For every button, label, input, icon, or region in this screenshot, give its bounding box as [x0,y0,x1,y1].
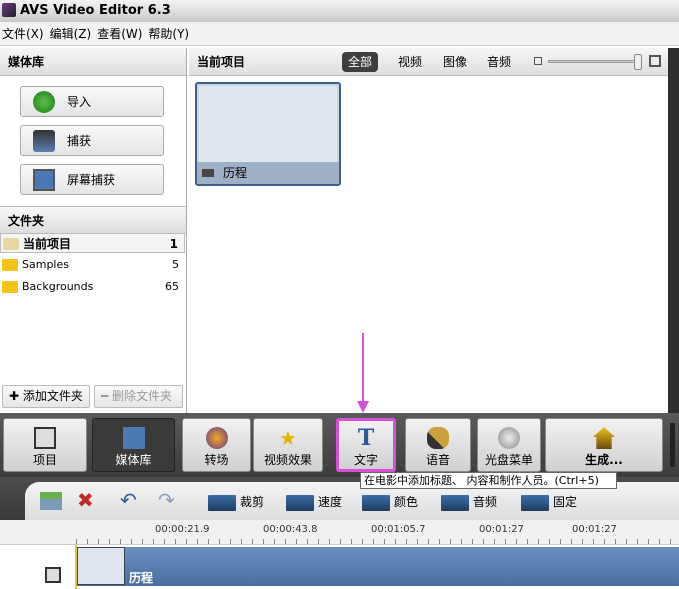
undo-icon[interactable]: ↶ [120,488,137,512]
main-toolbar: 项目 媒体库 转场 ★ 视频效果 T 文字 语音 光盘菜单 生成... [0,413,679,477]
screen-capture-button[interactable]: 屏幕捕获 [20,164,164,195]
trim-button[interactable]: 裁剪 [208,494,264,511]
camcorder-icon [33,130,55,152]
folder-backgrounds[interactable]: Backgrounds 65 [0,277,185,297]
tool-disc-menu[interactable]: 光盘菜单 [477,418,541,472]
media-item[interactable]: 历程 [195,82,341,186]
delete-folder-button[interactable]: ━ 删除文件夹 [94,385,183,408]
thumbnail-image [199,86,337,162]
microphone-icon [427,427,449,449]
time-tick: 00:00:21.9 [155,524,210,535]
folder-samples[interactable]: Samples 5 [0,255,185,275]
tool-video-effects[interactable]: ★ 视频效果 [253,418,323,472]
folder-icon [2,259,18,271]
clip-thumbnail [77,547,125,585]
transition-swirl-icon [205,427,228,449]
tool-produce[interactable]: 生成... [545,418,663,472]
video-camera-icon [202,169,214,177]
tool-project[interactable]: 项目 [3,418,87,472]
project-folder-icon [3,238,19,250]
project-header: 当前项目 全部 视频 图像 音频 [189,48,668,76]
filter-audio[interactable]: 音频 [481,52,517,72]
clip-name: 历程 [129,571,154,585]
import-button[interactable]: 导入 [20,86,164,117]
time-tick: 00:01:27 [572,524,617,535]
speed-button[interactable]: 速度 [286,494,342,511]
plus-icon [33,91,55,113]
tool-media-library[interactable]: 媒体库 [92,418,175,472]
tool-voice[interactable]: 语音 [405,418,471,472]
split-icon[interactable] [40,492,62,510]
media-library-panel: 媒体库 导入 捕获 屏幕捕获 文件夹 当前项目 1 Samples 5 Backgr… [0,48,187,413]
menu-bar: 文件(X) 编辑(Z) 查看(W) 帮助(Y) [0,22,679,46]
clapperboard-icon [45,567,61,583]
current-project-panel: 当前项目 全部 视频 图像 音频 历程 [189,48,668,413]
timeline-clip[interactable]: 历程 [77,547,679,586]
audio-note-icon [441,494,469,511]
stabilize-icon [521,494,549,511]
disc-icon [498,427,520,449]
menu-file[interactable]: 文件(X) [2,27,44,41]
screen-rec-icon [33,169,55,191]
tool-transitions[interactable]: 转场 [182,418,251,472]
clapperboard-icon [34,427,56,449]
redo-icon[interactable]: ↷ [158,488,175,512]
scrollbar[interactable] [668,48,679,413]
tooltip: 在电影中添加标题、 内容和制作人员。(Ctrl+5) [360,472,617,489]
text-T-icon: T [357,425,375,451]
color-button[interactable]: 颜色 [362,494,418,511]
library-header: 媒体库 [0,48,186,76]
menu-view[interactable]: 查看(W) [97,27,142,41]
annotation-arrow [357,333,369,413]
tool-text[interactable]: T 文字 [336,418,396,472]
audio-button[interactable]: 音频 [441,494,497,511]
film-library-icon [122,427,145,449]
filter-video[interactable]: 视频 [392,52,428,72]
time-tick: 00:01:05.7 [371,524,426,535]
slider-handle[interactable] [634,54,642,70]
speed-icon [286,494,314,511]
minus-icon: ━ [101,389,113,403]
time-tick: 00:01:27 [479,524,524,535]
window-title: AVS Video Editor 6.3 [20,3,171,18]
folder-current-project[interactable]: 当前项目 1 [0,233,185,253]
folder-icon [2,281,18,293]
toolbar-scroll[interactable] [670,423,675,467]
effects-star-icon: ★ [279,426,297,450]
filter-image[interactable]: 图像 [437,52,473,72]
time-tick: 00:00:43.8 [263,524,318,535]
video-track: 历程 [0,545,679,589]
add-folder-button[interactable]: ✚ 添加文件夹 [2,385,90,408]
menu-help[interactable]: 帮助(Y) [148,27,189,41]
trim-scissors-icon [208,494,236,511]
stabilize-button[interactable]: 固定 [521,494,577,511]
plus-icon: ✚ [9,389,23,403]
app-icon [2,3,16,17]
color-icon [362,494,390,511]
filter-all[interactable]: 全部 [342,52,379,72]
title-bar: AVS Video Editor 6.3 [0,0,679,22]
folders-header: 文件夹 [0,206,186,234]
capture-button[interactable]: 捕获 [20,125,164,156]
timeline-ruler[interactable]: 00:00:21.9 00:00:43.8 00:01:05.7 00:01:2… [0,520,679,545]
large-thumb-icon[interactable] [649,55,661,67]
produce-house-icon [593,427,615,449]
thumb-size-slider[interactable] [548,60,642,63]
delete-icon[interactable]: ✖ [77,488,94,512]
ruler-ticks [76,539,679,544]
small-thumb-icon[interactable] [534,57,542,65]
menu-edit[interactable]: 编辑(Z) [50,27,92,41]
